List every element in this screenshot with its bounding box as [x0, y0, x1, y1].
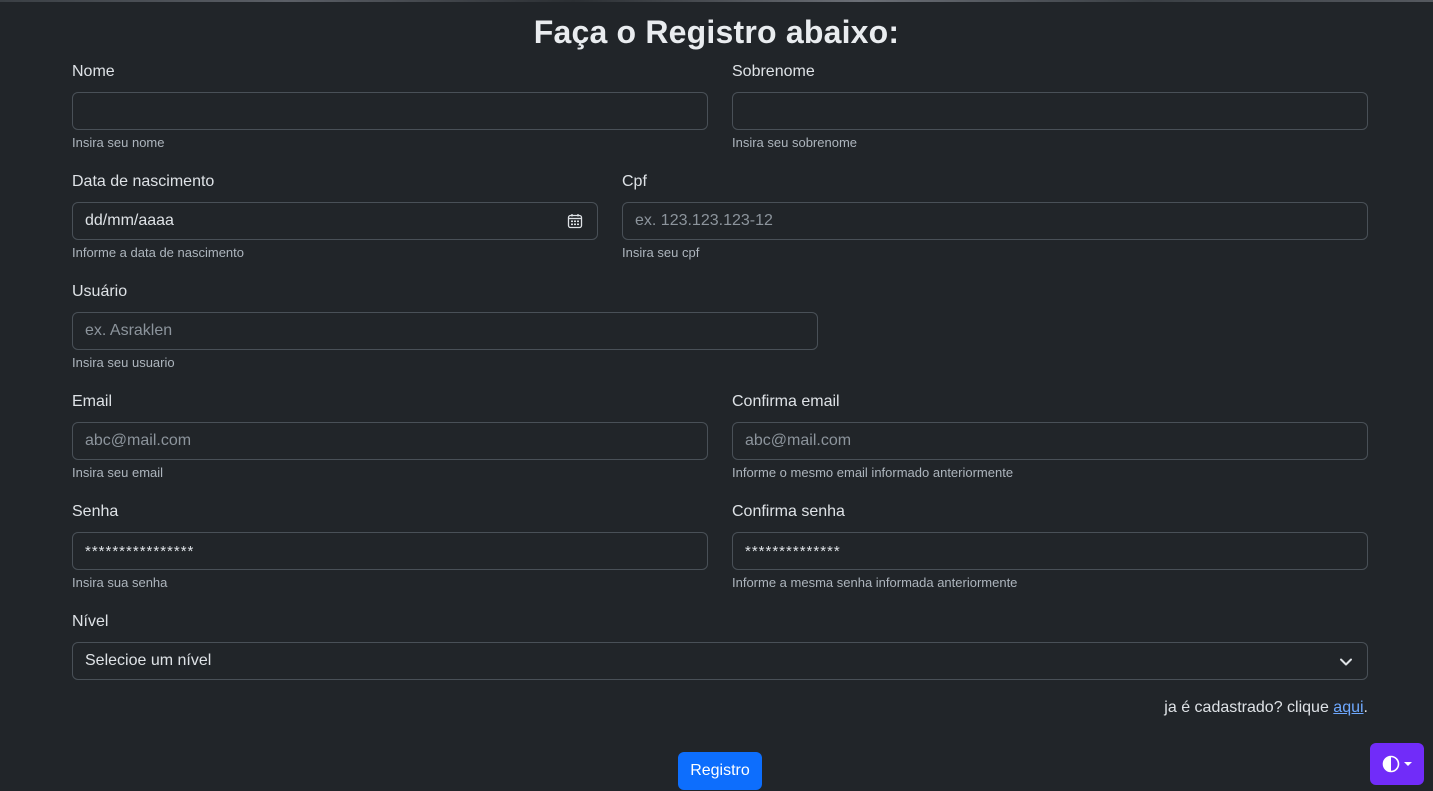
nivel-selected: Selecioe um nível — [85, 652, 212, 669]
usuario-group: Usuário ex. Asraklen Insira seu usuario — [72, 283, 818, 373]
email-label: Email — [72, 393, 113, 410]
senha-help: Insira sua senha — [72, 575, 168, 590]
chevron-down-icon — [1340, 658, 1352, 666]
login-prompt-text: ja é cadastrado? clique — [1164, 699, 1334, 716]
usuario-placeholder: ex. Asraklen — [85, 322, 173, 339]
confirma-senha-label: Confirma senha — [732, 503, 845, 520]
calendar-icon[interactable] — [567, 213, 583, 229]
cpf-group: Cpf ex. 123.123.123-12 Insira seu cpf — [622, 173, 1368, 263]
registro-button[interactable]: Registro — [678, 752, 762, 790]
nivel-group: Nível Selecioe um nível — [72, 613, 1368, 683]
nascimento-input[interactable]: dd/mm/aaaa — [72, 202, 598, 240]
confirma-senha-input[interactable]: ************** — [732, 532, 1368, 570]
sobrenome-group: Sobrenome Insira seu sobrenome — [732, 63, 1368, 153]
nome-group: Nome Insira seu nome — [72, 63, 708, 153]
nivel-select[interactable]: Selecioe um nível — [72, 642, 1368, 680]
login-prompt: ja é cadastrado? clique aqui. — [1164, 699, 1368, 717]
cpf-label: Cpf — [622, 173, 647, 190]
confirma-senha-value: ************** — [745, 542, 841, 560]
usuario-help: Insira seu usuario — [72, 355, 175, 370]
top-image-strip — [0, 0, 1433, 2]
login-prompt-suffix: . — [1363, 699, 1368, 716]
email-input[interactable]: abc@mail.com — [72, 422, 708, 460]
nome-input[interactable] — [72, 92, 708, 130]
email-placeholder: abc@mail.com — [85, 432, 192, 449]
cpf-input[interactable]: ex. 123.123.123-12 — [622, 202, 1368, 240]
contrast-icon — [1382, 755, 1400, 773]
sobrenome-input[interactable] — [732, 92, 1368, 130]
confirma-senha-group: Confirma senha ************** Informe a … — [732, 503, 1368, 593]
senha-group: Senha **************** Insira sua senha — [72, 503, 708, 593]
confirma-email-placeholder: abc@mail.com — [745, 432, 852, 449]
confirma-email-group: Confirma email abc@mail.com Informe o me… — [732, 393, 1368, 483]
confirma-email-label: Confirma email — [732, 393, 840, 410]
nascimento-label: Data de nascimento — [72, 173, 215, 190]
cpf-help: Insira seu cpf — [622, 245, 700, 260]
email-group: Email abc@mail.com Insira seu email — [72, 393, 708, 483]
sobrenome-label: Sobrenome — [732, 63, 815, 80]
confirma-senha-help: Informe a mesma senha informada anterior… — [732, 575, 1018, 590]
senha-value: **************** — [85, 542, 195, 560]
confirma-email-help: Informe o mesmo email informado anterior… — [732, 465, 1014, 480]
email-help: Insira seu email — [72, 465, 164, 480]
nascimento-value: dd/mm/aaaa — [85, 212, 174, 229]
senha-label: Senha — [72, 503, 119, 520]
sobrenome-help: Insira seu sobrenome — [732, 135, 858, 150]
usuario-label: Usuário — [72, 283, 128, 300]
confirma-email-input[interactable]: abc@mail.com — [732, 422, 1368, 460]
login-link[interactable]: aqui — [1333, 699, 1363, 716]
nascimento-group: Data de nascimento dd/mm/aaaa Informe a … — [72, 173, 598, 263]
caret-down-icon — [1404, 762, 1412, 766]
cpf-placeholder: ex. 123.123.123-12 — [635, 212, 773, 229]
nivel-label: Nível — [72, 613, 109, 630]
nome-label: Nome — [72, 63, 115, 80]
theme-toggle-button[interactable] — [1370, 743, 1424, 785]
senha-input[interactable]: **************** — [72, 532, 708, 570]
nascimento-help: Informe a data de nascimento — [72, 245, 244, 260]
nome-help: Insira seu nome — [72, 135, 165, 150]
page-title: Faça o Registro abaixo: — [533, 14, 900, 50]
usuario-input[interactable]: ex. Asraklen — [72, 312, 818, 350]
